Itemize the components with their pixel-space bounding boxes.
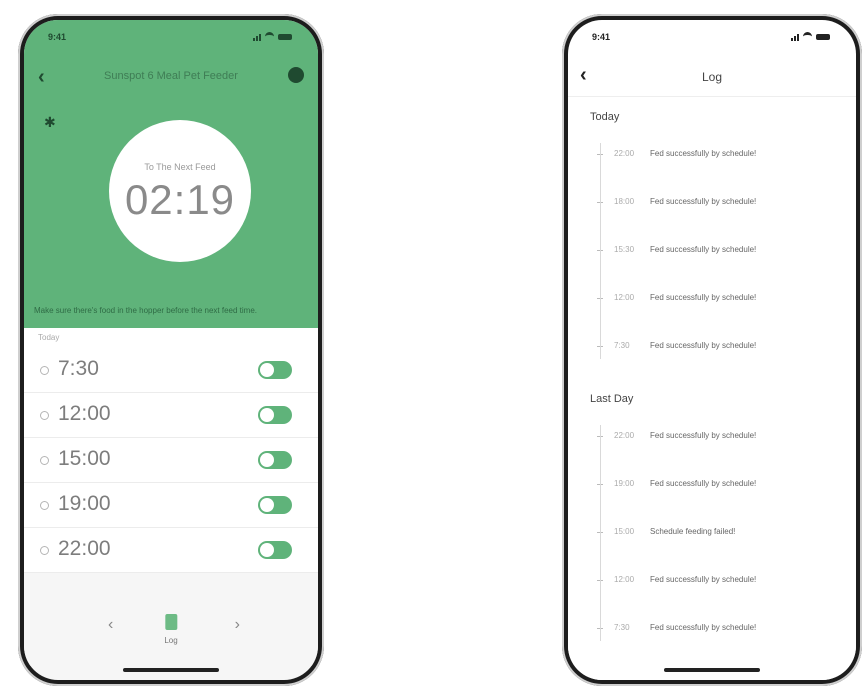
feed-time-icon xyxy=(40,366,49,375)
top-bar: ‹ Sunspot 6 Meal Pet Feeder xyxy=(24,64,318,92)
log-entry-time: 22:00 xyxy=(614,149,635,158)
log-entry-time: 7:30 xyxy=(614,341,630,350)
log-section-title: Today xyxy=(590,111,620,123)
feed-toggle[interactable] xyxy=(258,451,292,469)
document-icon xyxy=(164,614,177,630)
feed-time-icon xyxy=(40,456,49,465)
log-entry-time: 12:00 xyxy=(614,575,635,584)
countdown-dial: To The Next Feed 02:19 xyxy=(109,120,251,262)
log-entry-message: Fed successfully by schedule! xyxy=(650,575,757,584)
log-entry-time: 7:30 xyxy=(614,623,630,632)
feeder-header: 9:41 ‹ Sunspot 6 Meal Pet Feeder ✱ To Th… xyxy=(24,20,318,328)
wifi-icon xyxy=(803,32,812,41)
schedule-list: Today 7:30 12:00 15:00 19:00 22:00 xyxy=(24,328,318,573)
log-entry: 7:30 Fed successfully by schedule! xyxy=(597,623,846,637)
log-entry-message: Fed successfully by schedule! xyxy=(650,623,757,632)
log-top-bar: ‹ Log xyxy=(568,58,856,97)
log-entry-time: 22:00 xyxy=(614,431,635,440)
feed-time: 19:00 xyxy=(58,492,111,515)
back-button[interactable]: ‹ xyxy=(38,67,45,87)
feed-toggle[interactable] xyxy=(258,361,292,379)
log-entry: 19:00 Fed successfully by schedule! xyxy=(597,479,846,493)
log-entry: 12:00 Fed successfully by schedule! xyxy=(597,293,846,307)
log-entry: 7:30 Fed successfully by schedule! xyxy=(597,341,846,355)
hopper-notice: Make sure there's food in the hopper bef… xyxy=(34,306,257,315)
log-entry-time: 18:00 xyxy=(614,197,635,206)
home-indicator xyxy=(664,668,760,672)
log-entry: 15:00 Schedule feeding failed! xyxy=(597,527,846,541)
signal-icon xyxy=(791,33,799,41)
log-entry: 22:00 Fed successfully by schedule! xyxy=(597,431,846,445)
feed-time-icon xyxy=(40,501,49,510)
log-list: Today 22:00 Fed successfully by schedule! 1… xyxy=(568,97,856,680)
log-section-title: Last Day xyxy=(590,393,634,405)
feed-toggle[interactable] xyxy=(258,496,292,514)
schedule-row[interactable]: 19:00 xyxy=(24,483,318,528)
timeline-line xyxy=(600,425,601,641)
schedule-header: Today xyxy=(38,333,60,342)
log-tab-label: Log xyxy=(164,636,178,645)
status-bar: 9:41 xyxy=(24,20,318,52)
feed-time-icon xyxy=(40,411,49,420)
bottom-nav: ‹ Log › xyxy=(24,606,318,666)
log-entry-time: 15:00 xyxy=(614,527,635,536)
log-entry-time: 19:00 xyxy=(614,479,635,488)
status-icons xyxy=(253,32,292,41)
log-entry-message: Fed successfully by schedule! xyxy=(650,431,757,440)
schedule-row[interactable]: 22:00 xyxy=(24,528,318,573)
log-entry: 12:00 Fed successfully by schedule! xyxy=(597,575,846,589)
log-entry-time: 12:00 xyxy=(614,293,635,302)
battery-icon xyxy=(816,33,830,40)
page-title: Sunspot 6 Meal Pet Feeder xyxy=(104,70,238,82)
prev-button[interactable]: ‹ xyxy=(108,616,113,634)
signal-icon xyxy=(253,33,261,41)
feed-time: 15:00 xyxy=(58,447,111,470)
wifi-icon xyxy=(265,32,274,41)
status-time: 9:41 xyxy=(592,32,611,42)
log-entry-message: Fed successfully by schedule! xyxy=(650,293,757,302)
log-entry: 15:30 Fed successfully by schedule! xyxy=(597,245,846,259)
status-bar: 9:41 xyxy=(568,20,856,52)
log-entry-message: Fed successfully by schedule! xyxy=(650,479,757,488)
profile-icon[interactable] xyxy=(288,67,304,83)
feeder-phone: 9:41 ‹ Sunspot 6 Meal Pet Feeder ✱ To Th… xyxy=(18,14,324,686)
log-tab[interactable]: Log xyxy=(164,614,178,645)
countdown-value: 02:19 xyxy=(124,176,236,223)
countdown-label: To The Next Feed xyxy=(144,162,216,172)
timeline-line xyxy=(600,143,601,359)
schedule-row[interactable]: 12:00 xyxy=(24,393,318,438)
log-entry: 22:00 Fed successfully by schedule! xyxy=(597,149,846,163)
feed-time: 7:30 xyxy=(58,357,99,380)
log-entry-message: Fed successfully by schedule! xyxy=(650,197,757,206)
schedule-row[interactable]: 7:30 xyxy=(24,348,318,393)
feed-toggle[interactable] xyxy=(258,541,292,559)
log-entry: 18:00 Fed successfully by schedule! xyxy=(597,197,846,211)
bluetooth-icon[interactable]: ✱ xyxy=(44,114,56,131)
feed-time: 12:00 xyxy=(58,402,111,425)
next-button[interactable]: › xyxy=(235,616,240,634)
log-entry-message: Fed successfully by schedule! xyxy=(650,341,757,350)
log-entry-message: Fed successfully by schedule! xyxy=(650,149,757,158)
home-indicator xyxy=(123,668,219,672)
log-entry-message: Schedule feeding failed! xyxy=(650,527,736,536)
feed-time: 22:00 xyxy=(58,537,111,560)
log-screen: 9:41 ‹ Log Today 22:00 Fed successfully by… xyxy=(568,20,856,680)
log-phone: 9:41 ‹ Log Today 22:00 Fed successfully by… xyxy=(562,14,862,686)
log-entry-time: 15:30 xyxy=(614,245,635,254)
feeder-screen: 9:41 ‹ Sunspot 6 Meal Pet Feeder ✱ To Th… xyxy=(24,20,318,680)
log-entry-message: Fed successfully by schedule! xyxy=(650,245,757,254)
status-icons xyxy=(791,32,830,41)
page-title: Log xyxy=(701,70,723,84)
feed-toggle[interactable] xyxy=(258,406,292,424)
battery-icon xyxy=(278,33,292,40)
schedule-row[interactable]: 15:00 xyxy=(24,438,318,483)
status-time: 9:41 xyxy=(48,32,67,42)
feed-time-icon xyxy=(40,546,49,555)
